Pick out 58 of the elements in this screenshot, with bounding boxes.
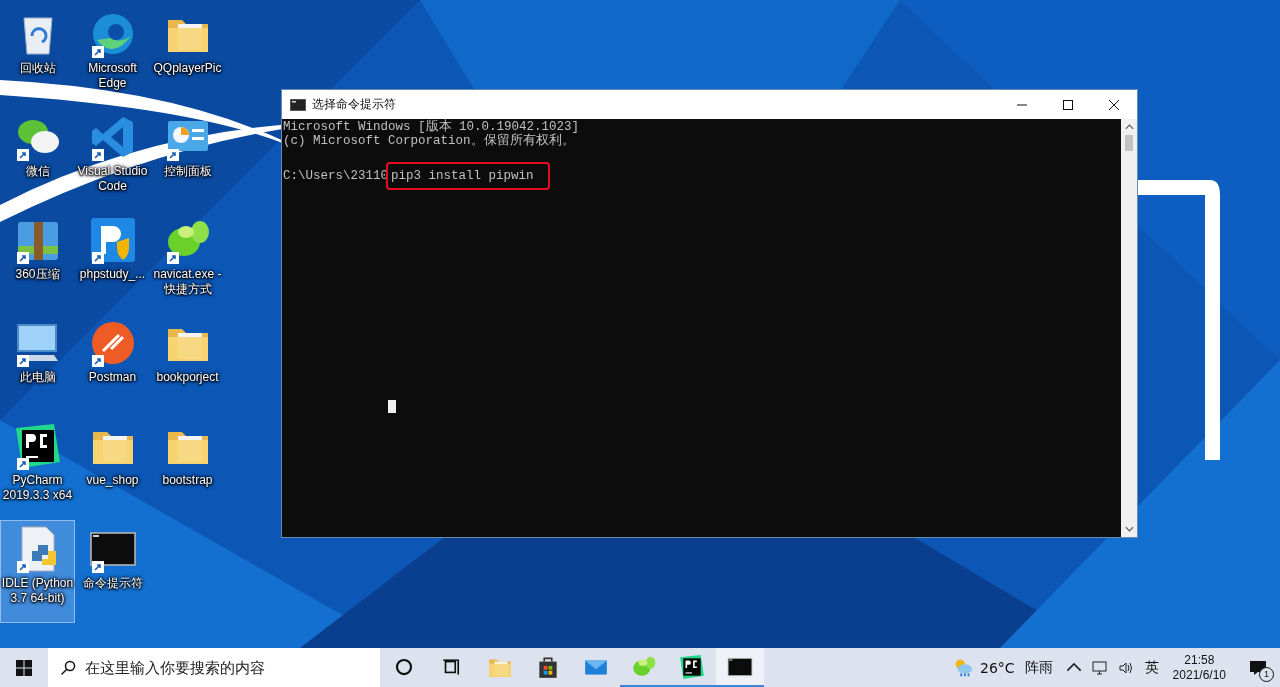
icon-label: Visual Studio Code: [76, 164, 149, 194]
maximize-icon: [1063, 99, 1073, 110]
icon-label: vue_shop: [85, 473, 140, 488]
icon-label: 控制面板: [162, 164, 213, 179]
desktop-icon[interactable]: navicat.exe - 快捷方式: [150, 211, 225, 314]
icon-label: bootstrap: [161, 473, 214, 488]
desktop-icon[interactable]: Microsoft Edge: [75, 5, 150, 108]
icon-label: 360压缩: [14, 267, 61, 282]
network-icon[interactable]: [1091, 659, 1108, 676]
console-line: (c) Microsoft Corporation。保留所有权利。: [283, 134, 575, 148]
icon-label: Microsoft Edge: [87, 61, 138, 91]
scrollbar-thumb[interactable]: [1125, 135, 1133, 151]
pycharm-icon: [13, 422, 62, 470]
desktop-icon[interactable]: vue_shop: [75, 417, 150, 520]
text-cursor: [388, 400, 396, 413]
icon-label: QQplayerPic: [152, 61, 223, 76]
time-text: 21:58: [1184, 652, 1215, 668]
icon-label: PyCharm 2019.3.3 x64: [1, 473, 74, 503]
desktop-icon[interactable]: 微信: [0, 108, 75, 211]
icon-label: 回收站: [18, 61, 57, 76]
desktop-icon[interactable]: 控制面板: [150, 108, 225, 211]
date-text: 2021/6/10: [1172, 667, 1226, 683]
console-line: Microsoft Windows [版本 10.0.19042.1023]: [283, 120, 581, 134]
input-method-indicator[interactable]: 英: [1144, 658, 1159, 677]
taskbar-button[interactable]: [716, 648, 764, 687]
desktop-icon[interactable]: 命令提示符: [75, 520, 150, 623]
desktop-icon[interactable]: PyCharm 2019.3.3 x64: [0, 417, 75, 520]
icon-label: 此电脑: [18, 370, 57, 385]
highlighted-command: pip3 install pipwin: [386, 162, 550, 190]
desktop-icon[interactable]: phpstudy_...: [75, 211, 150, 314]
search-field[interactable]: 在这里输入你要搜索的内容: [48, 648, 380, 687]
icon-label: phpstudy_...: [78, 267, 147, 282]
desktop-icon[interactable]: QQplayerPic: [150, 5, 225, 108]
windows-logo-icon: [16, 659, 32, 676]
search-icon: [60, 660, 76, 676]
clock[interactable]: 21:58 2021/6/10: [1172, 652, 1226, 683]
icon-label: bookporject: [155, 370, 220, 385]
desktop-icon[interactable]: bootstrap: [150, 417, 225, 520]
icon-label: navicat.exe - 快捷方式: [152, 267, 223, 297]
temperature-text: 26°C: [980, 659, 1015, 676]
pycharm-icon: [679, 653, 705, 680]
desktop-icon[interactable]: IDLE (Python 3.7 64-bit): [0, 520, 75, 623]
icon-label: IDLE (Python 3.7 64-bit): [1, 576, 74, 606]
icon-label: 微信: [24, 164, 51, 179]
desktop-icon[interactable]: 360压缩: [0, 211, 75, 314]
icon-label: 命令提示符: [81, 576, 144, 591]
desktop-icon[interactable]: 此电脑: [0, 314, 75, 417]
weather-condition: 阵雨: [1024, 658, 1053, 677]
scrollbar[interactable]: [1121, 119, 1137, 537]
console-prompt: C:\Users\23110: [283, 169, 389, 183]
desktop-icon[interactable]: Postman: [75, 314, 150, 417]
desktop-icon[interactable]: Visual Studio Code: [75, 108, 150, 211]
window-title: 选择命令提示符: [312, 96, 396, 113]
close-icon: [1109, 99, 1119, 110]
desktop-icon[interactable]: 回收站: [0, 5, 75, 108]
terminal-icon: [290, 98, 306, 111]
desktop-icon[interactable]: bookporject: [150, 314, 225, 417]
icon-label: Postman: [87, 370, 138, 385]
